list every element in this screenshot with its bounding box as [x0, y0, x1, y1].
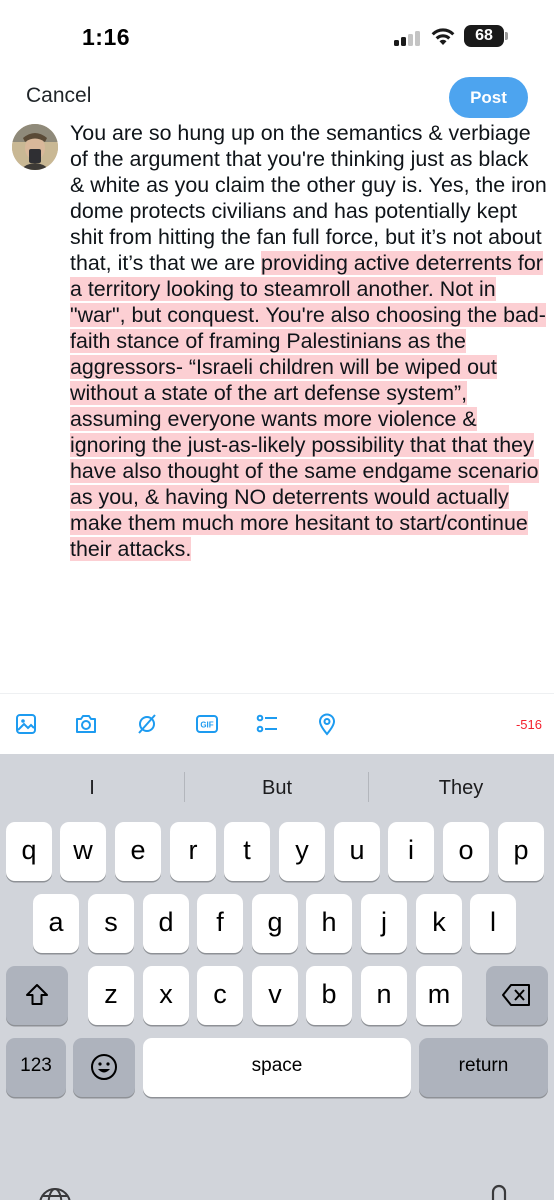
key-l[interactable]: l: [470, 894, 516, 953]
character-count: -516: [515, 717, 542, 732]
suggestion-3[interactable]: They: [369, 754, 553, 822]
key-s[interactable]: s: [88, 894, 134, 953]
key-h[interactable]: h: [306, 894, 352, 953]
post-button[interactable]: Post: [449, 77, 528, 118]
key-y[interactable]: y: [279, 822, 325, 881]
backspace-icon: [502, 984, 530, 1006]
keyboard: I But They q w e r t y u i o p a s d f g…: [0, 754, 554, 1200]
suggestion-2[interactable]: But: [185, 754, 369, 822]
key-q[interactable]: q: [6, 822, 52, 881]
backspace-key[interactable]: [486, 966, 548, 1025]
key-i[interactable]: i: [388, 822, 434, 881]
key-b[interactable]: b: [306, 966, 352, 1025]
key-r[interactable]: r: [170, 822, 216, 881]
wifi-icon: [431, 28, 455, 45]
emoji-key[interactable]: [73, 1038, 135, 1097]
key-z[interactable]: z: [88, 966, 134, 1025]
key-m[interactable]: m: [416, 966, 462, 1025]
status-time: 1:16: [82, 24, 131, 50]
key-g[interactable]: g: [252, 894, 298, 953]
key-n[interactable]: n: [361, 966, 407, 1025]
globe-icon[interactable]: [37, 1186, 73, 1200]
cancel-button[interactable]: Cancel: [26, 84, 91, 108]
battery-tip: [505, 32, 508, 40]
key-w[interactable]: w: [60, 822, 106, 881]
svg-text:GIF: GIF: [200, 721, 213, 730]
key-x[interactable]: x: [143, 966, 189, 1025]
key-f[interactable]: f: [197, 894, 243, 953]
camera-icon[interactable]: [74, 712, 98, 736]
key-a[interactable]: a: [33, 894, 79, 953]
key-c[interactable]: c: [197, 966, 243, 1025]
cellular-signal-icon: [394, 30, 424, 46]
return-key[interactable]: return: [419, 1038, 548, 1097]
emoji-icon: [91, 1054, 117, 1080]
location-icon[interactable]: [315, 712, 339, 736]
key-k[interactable]: k: [416, 894, 462, 953]
key-t[interactable]: t: [224, 822, 270, 881]
shift-icon: [26, 984, 48, 1005]
key-p[interactable]: p: [498, 822, 544, 881]
space-key[interactable]: space: [143, 1038, 411, 1097]
compose-area[interactable]: You are so hung up on the semantics & ve…: [0, 118, 554, 692]
numbers-key[interactable]: 123: [6, 1038, 66, 1097]
grok-icon[interactable]: [135, 712, 159, 736]
image-icon[interactable]: [14, 712, 38, 736]
gif-icon[interactable]: GIF: [195, 712, 219, 736]
key-u[interactable]: u: [334, 822, 380, 881]
tweet-text-highlighted: providing active deterrents for a territ…: [70, 251, 546, 561]
battery-icon: 68: [464, 25, 504, 47]
key-v[interactable]: v: [252, 966, 298, 1025]
suggestion-1[interactable]: I: [0, 754, 184, 822]
compose-toolbar: GIF -516: [0, 693, 554, 754]
microphone-icon[interactable]: [484, 1184, 514, 1200]
key-o[interactable]: o: [443, 822, 489, 881]
status-bar: 1:16 68: [0, 0, 554, 74]
key-j[interactable]: j: [361, 894, 407, 953]
avatar: [12, 124, 58, 170]
poll-icon[interactable]: [255, 712, 279, 736]
key-d[interactable]: d: [143, 894, 189, 953]
tweet-text[interactable]: You are so hung up on the semantics & ve…: [70, 120, 548, 562]
shift-key[interactable]: [6, 966, 68, 1025]
key-e[interactable]: e: [115, 822, 161, 881]
